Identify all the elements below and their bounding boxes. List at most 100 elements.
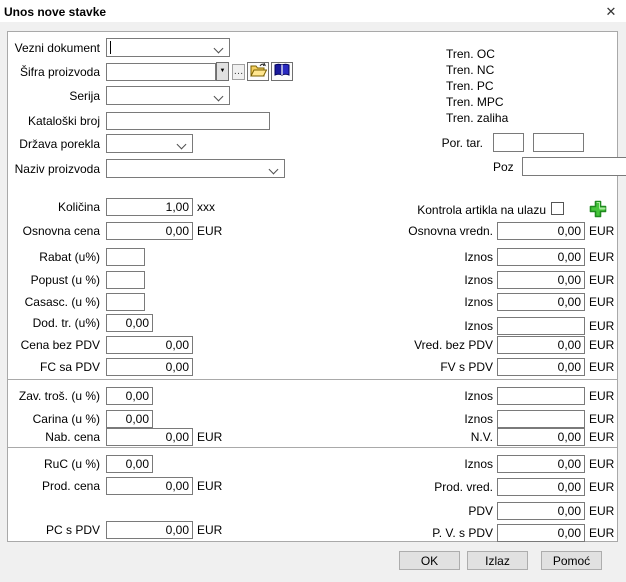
carina-input[interactable] — [106, 410, 153, 428]
fv-s-pdv-input[interactable] — [497, 358, 585, 376]
vred-bez-pdv-input[interactable] — [497, 336, 585, 354]
section-divider-2 — [7, 447, 618, 448]
pc-s-pdv-label: PC s PDV — [10, 523, 100, 537]
carina-label: Carina (u %) — [10, 412, 100, 426]
osnovna-vredn-input[interactable] — [497, 222, 585, 240]
serija-combobox[interactable] — [106, 86, 230, 105]
drzava-porekla-combobox[interactable] — [106, 134, 193, 153]
cena-bez-pdv-input[interactable] — [106, 336, 193, 354]
ruc-input[interactable] — [106, 455, 153, 473]
chevron-down-icon — [269, 165, 279, 175]
kolicina-unit-label: xxx — [197, 200, 215, 214]
iznos-label: Iznos — [340, 457, 493, 471]
por-tar-label: Por. tar. — [340, 136, 483, 150]
fv-s-pdv-label: FV s PDV — [340, 360, 493, 374]
iznos-carina-input[interactable] — [497, 410, 585, 428]
field-carina: Carina (u %) — [10, 409, 153, 428]
iznos-label: Iznos — [340, 273, 493, 287]
currency-label: EUR — [589, 273, 614, 287]
pc-s-pdv-input[interactable] — [106, 521, 193, 539]
sifra-browse-button[interactable]: … — [232, 64, 245, 80]
prod-cena-label: Prod. cena — [10, 479, 100, 493]
iznos-ruc-input[interactable] — [497, 455, 585, 473]
prod-vred-input[interactable] — [497, 478, 585, 496]
text-caret — [110, 41, 111, 54]
rabat-input[interactable] — [106, 248, 145, 266]
nv-input[interactable] — [497, 428, 585, 446]
field-iznos-carina: Iznos EUR — [340, 409, 614, 428]
kolicina-input[interactable] — [106, 198, 193, 216]
currency-label: EUR — [589, 457, 614, 471]
dod-tr-input[interactable] — [106, 314, 153, 332]
casasc-input[interactable] — [106, 293, 145, 311]
pv-s-pdv-label: P. V. s PDV — [340, 526, 493, 540]
zav-tros-input[interactable] — [106, 387, 153, 405]
vred-bez-pdv-label: Vred. bez PDV — [340, 338, 493, 352]
catalog-book-button[interactable] — [271, 62, 293, 81]
osnovna-cena-input[interactable] — [106, 222, 193, 240]
nab-cena-label: Nab. cena — [10, 430, 100, 444]
kontrola-checkbox[interactable] — [551, 202, 564, 215]
iznos-label: Iznos — [340, 412, 493, 426]
currency-label: EUR — [589, 526, 614, 540]
iznos-rabat-input[interactable] — [497, 248, 585, 266]
currency-label: EUR — [589, 504, 614, 518]
field-sifra-proizvoda: Šifra proizvoda ▼ … — [10, 62, 293, 81]
poz-label: Poz — [493, 160, 514, 174]
kontrola-label: Kontrola artikla na ulazu — [340, 203, 546, 217]
iznos-popust-input[interactable] — [497, 271, 585, 289]
field-naziv-proizvoda: Naziv proizvoda — [10, 159, 285, 178]
ruc-label: RuC (u %) — [10, 457, 100, 471]
field-iznos-casasc: Iznos EUR — [340, 292, 614, 311]
prod-vred-label: Prod. vred. — [340, 480, 493, 494]
sifra-proizvoda-input[interactable] — [106, 63, 216, 81]
naziv-proizvoda-combobox[interactable] — [106, 159, 285, 178]
iznos-casasc-input[interactable] — [497, 293, 585, 311]
poz-input[interactable] — [522, 157, 626, 176]
pdv-input[interactable] — [497, 502, 585, 520]
izlaz-button[interactable]: Izlaz — [467, 551, 528, 570]
sifra-proizvoda-label: Šifra proizvoda — [10, 65, 100, 79]
iznos-dod-tr-input[interactable] — [497, 317, 585, 335]
casasc-label: Casasc. (u %) — [10, 295, 100, 309]
iznos-label: Iznos — [340, 250, 493, 264]
field-prod-cena: Prod. cena EUR — [10, 476, 222, 495]
prod-cena-input[interactable] — [106, 477, 193, 495]
poz-spinner: ▲ ▼ — [522, 157, 583, 176]
iznos-zav-tros-input[interactable] — [497, 387, 585, 405]
dialog-unos-nove-stavke: Unos nove stavke ✕ Vezni dokument Šifra … — [0, 0, 626, 582]
field-osnovna-cena: Osnovna cena EUR — [10, 221, 222, 240]
add-article-plus-icon[interactable] — [589, 200, 607, 218]
field-iznos-ruc: Iznos EUR — [340, 454, 614, 473]
field-ruc: RuC (u %) — [10, 454, 153, 473]
book-icon — [274, 63, 290, 80]
currency-label: EUR — [589, 295, 614, 309]
open-folder-button[interactable] — [247, 62, 269, 81]
dialog-title: Unos nove stavke — [4, 5, 106, 19]
tren-mpc-label: Tren. MPC — [446, 95, 504, 109]
vezni-dokument-combobox[interactable] — [106, 38, 230, 57]
field-zav-tros: Zav. troš. (u %) — [10, 386, 153, 405]
field-vred-bez-pdv: Vred. bez PDV EUR — [340, 335, 614, 354]
chevron-down-icon — [214, 44, 224, 54]
nv-label: N.V. — [340, 430, 493, 444]
field-por-tar: Por. tar. — [340, 133, 584, 152]
field-iznos-zav-tros: Iznos EUR — [340, 386, 614, 405]
pv-s-pdv-input[interactable] — [497, 524, 585, 542]
zav-tros-label: Zav. troš. (u %) — [10, 389, 100, 403]
nab-cena-input[interactable] — [106, 428, 193, 446]
naziv-proizvoda-label: Naziv proizvoda — [10, 162, 100, 176]
field-drzava-porekla: Država porekla — [10, 134, 193, 153]
close-icon[interactable]: ✕ — [600, 2, 622, 21]
currency-label: EUR — [589, 430, 614, 444]
field-fc-sa-pdv: FC sa PDV — [10, 357, 193, 376]
por-tar-input-1[interactable] — [493, 133, 524, 152]
sifra-dropdown-button[interactable]: ▼ — [216, 62, 229, 81]
fc-sa-pdv-input[interactable] — [106, 358, 193, 376]
por-tar-input-2[interactable] — [533, 133, 584, 152]
pomoc-button[interactable]: Pomoć — [541, 551, 602, 570]
tren-pc-label: Tren. PC — [446, 79, 494, 93]
ok-button[interactable]: OK — [399, 551, 460, 570]
popust-input[interactable] — [106, 271, 145, 289]
kataloski-broj-input[interactable] — [106, 112, 270, 130]
